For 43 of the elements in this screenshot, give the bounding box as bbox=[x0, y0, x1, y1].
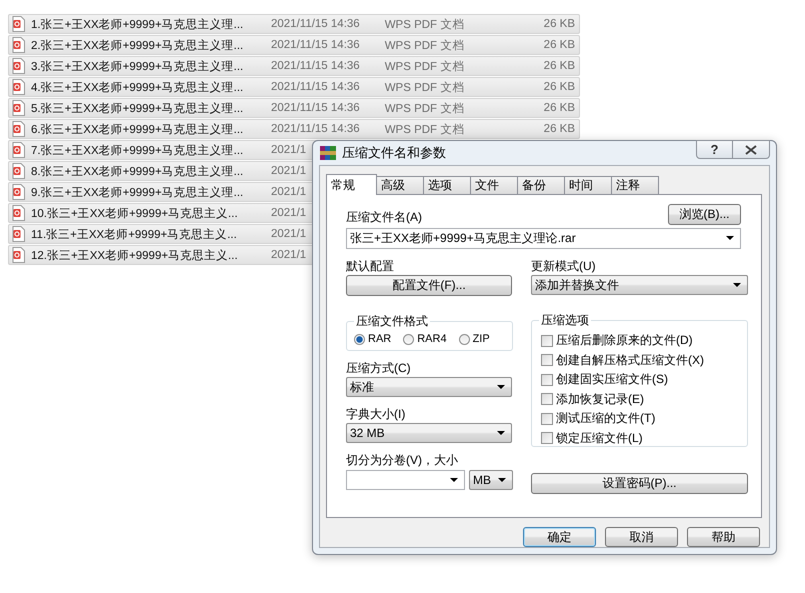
file-date: 2021/1 bbox=[271, 165, 306, 177]
file-name: 12.张三+王XX老师+9999+马克思主义... bbox=[31, 248, 239, 262]
file-size: 26 KB bbox=[544, 60, 575, 72]
file-date: 2021/1 bbox=[271, 144, 306, 156]
file-type: WPS PDF 文档 bbox=[384, 102, 464, 116]
file-name: 1.张三+王XX老师+9999+马克思主义理... bbox=[31, 17, 244, 32]
file-date: 2021/1 bbox=[271, 207, 306, 219]
file-date: 2021/11/15 14:36 bbox=[271, 123, 360, 135]
file-date: 2021/11/15 14:36 bbox=[271, 102, 360, 114]
file-date: 2021/11/15 14:36 bbox=[271, 81, 360, 93]
field-label: 压缩方式(C) bbox=[346, 361, 412, 376]
file-size: 26 KB bbox=[544, 39, 575, 51]
file-date: 2021/11/15 14:36 bbox=[271, 39, 360, 51]
file-name: 3.张三+王XX老师+9999+马克思主义理... bbox=[31, 59, 244, 74]
file-date: 2021/1 bbox=[271, 186, 306, 198]
file-name: 11.张三+王XX老师+9999+马克思主义... bbox=[31, 227, 238, 242]
file-type: WPS PDF 文档 bbox=[384, 38, 464, 52]
file-name: 9.张三+王XX老师+9999+马克思主义理... bbox=[31, 185, 244, 200]
file-name: 4.张三+王XX老师+9999+马克思主义理... bbox=[31, 80, 244, 94]
group-label: 压缩选项 bbox=[540, 312, 590, 329]
file-name: 6.张三+王XX老师+9999+马克思主义理... bbox=[31, 122, 244, 136]
file-date: 2021/11/15 14:36 bbox=[271, 60, 360, 72]
file-size: 26 KB bbox=[544, 18, 575, 30]
file-size: 26 KB bbox=[544, 123, 575, 135]
file-type: WPS PDF 文档 bbox=[384, 18, 464, 32]
file-size: 26 KB bbox=[544, 102, 575, 114]
file-name: 2.张三+王XX老师+9999+马克思主义理... bbox=[31, 38, 244, 52]
field-label: 切分为分卷(V)，大小 bbox=[346, 453, 459, 468]
file-type: WPS PDF 文档 bbox=[384, 80, 464, 94]
group-label: 压缩文件格式 bbox=[355, 313, 429, 330]
file-size: 26 KB bbox=[544, 81, 575, 93]
file-name: 10.张三+王XX老师+9999+马克思主义... bbox=[31, 206, 239, 220]
field-label: 字典大小(I) bbox=[346, 407, 406, 422]
file-date: 2021/1 bbox=[271, 249, 306, 261]
dialog-title: 压缩文件名和参数 bbox=[342, 144, 446, 162]
file-name: 5.张三+王XX老师+9999+马克思主义理... bbox=[31, 101, 244, 116]
file-type: WPS PDF 文档 bbox=[384, 60, 464, 74]
file-name: 7.张三+王XX老师+9999+马克思主义理... bbox=[31, 143, 244, 158]
field-label: 压缩文件名(A) bbox=[346, 210, 422, 225]
file-date: 2021/1 bbox=[271, 228, 306, 240]
file-name: 8.张三+王XX老师+9999+马克思主义理... bbox=[31, 164, 244, 178]
file-type: WPS PDF 文档 bbox=[384, 122, 464, 136]
file-date: 2021/11/15 14:36 bbox=[271, 18, 360, 30]
